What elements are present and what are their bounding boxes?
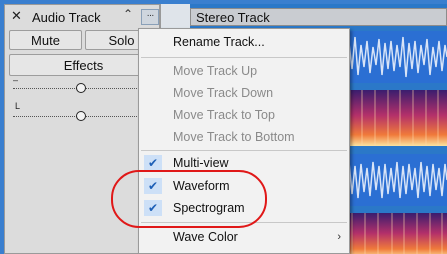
gain-label: – bbox=[13, 75, 19, 85]
waveform-channel-left[interactable] bbox=[340, 31, 447, 83]
spectrogram-channel-right[interactable] bbox=[340, 213, 447, 254]
spectrogram-channel-left[interactable] bbox=[340, 90, 447, 146]
menu-item-label: Wave Color bbox=[173, 230, 238, 244]
menu-item-label: Move Track Down bbox=[173, 86, 274, 100]
menu-item-move-track-to-top: Move Track to Top bbox=[139, 104, 349, 126]
track-menu-button[interactable]: ··· bbox=[141, 9, 159, 25]
menu-item-label: Move Track to Top bbox=[173, 108, 275, 122]
clip-name: Stereo Track bbox=[196, 10, 270, 25]
menu-item-label: Multi-view bbox=[173, 156, 229, 170]
track-name[interactable]: Audio Track bbox=[32, 10, 101, 25]
checkmark-icon: ✔ bbox=[144, 155, 162, 171]
menu-item-label: Rename Track... bbox=[173, 35, 265, 49]
menu-item-move-track-up: Move Track Up bbox=[139, 60, 349, 82]
menu-item-move-track-down: Move Track Down bbox=[139, 82, 349, 104]
submenu-arrow-icon: › bbox=[337, 231, 341, 243]
chevron-up-icon[interactable]: ⌃ bbox=[123, 7, 133, 21]
close-icon[interactable]: ✕ bbox=[11, 8, 22, 24]
menu-item-move-track-to-bottom: Move Track to Bottom bbox=[139, 126, 349, 148]
pan-label: L bbox=[15, 101, 21, 111]
effects-button[interactable]: Effects bbox=[9, 54, 158, 76]
menu-item-wave-color[interactable]: Wave Color › bbox=[139, 226, 349, 248]
mute-button[interactable]: Mute bbox=[9, 30, 82, 50]
menu-item-rename-track[interactable]: Rename Track... bbox=[139, 31, 349, 53]
clip-header[interactable]: Stereo Track bbox=[190, 8, 447, 26]
menu-separator bbox=[141, 57, 347, 58]
menu-item-label: Move Track to Bottom bbox=[173, 130, 295, 144]
waveform-channel-right[interactable] bbox=[340, 154, 447, 206]
menu-separator bbox=[141, 150, 347, 151]
annotation-highlight-oval bbox=[111, 170, 267, 228]
menu-item-label: Move Track Up bbox=[173, 64, 258, 78]
pan-slider-knob[interactable] bbox=[76, 111, 86, 121]
gain-slider-knob[interactable] bbox=[76, 83, 86, 93]
